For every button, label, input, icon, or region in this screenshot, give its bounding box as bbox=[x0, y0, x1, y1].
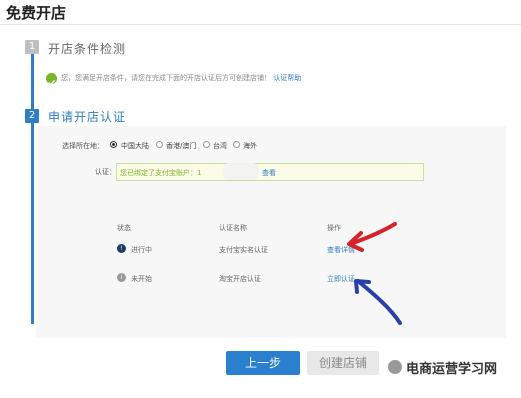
red-arrow bbox=[348, 222, 397, 246]
wechat-icon bbox=[388, 360, 402, 374]
create-store-button[interactable]: 创建店铺 bbox=[307, 351, 379, 375]
blue-arrow bbox=[356, 279, 402, 325]
watermark-text: 电商运营学习网 bbox=[406, 362, 498, 377]
hand-drawn-arrows bbox=[347, 222, 402, 325]
previous-step-button[interactable]: 上一步 bbox=[226, 351, 300, 375]
